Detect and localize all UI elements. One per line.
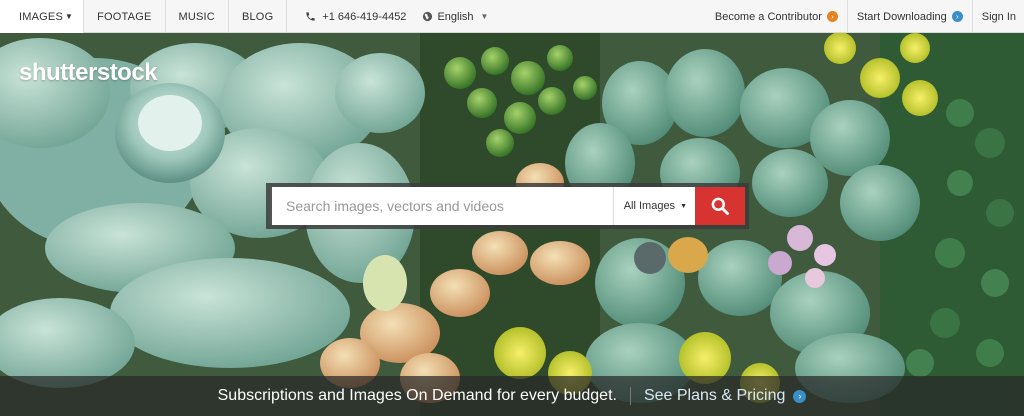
promo-divider (629, 387, 631, 405)
orange-arrow-circle-icon: › (826, 11, 838, 22)
tab-music-label: MUSIC (178, 10, 215, 23)
search-bar: All Images ▼ (266, 183, 749, 229)
start-downloading-link[interactable]: Start Downloading › (846, 0, 972, 33)
phone-number: +1 646-419-4452 (322, 10, 407, 23)
chevron-down-icon: ▼ (680, 202, 687, 210)
phone-contact: +1 646-419-4452 (287, 0, 422, 33)
become-contributor-label: Become a Contributor (714, 10, 822, 23)
chevron-down-icon: ▼ (65, 12, 74, 21)
language-label: English (437, 10, 474, 23)
globe-icon (423, 11, 433, 22)
blue-arrow-circle-icon: › (793, 389, 807, 403)
tab-blog-label: BLOG (241, 10, 274, 23)
tab-footage-label: FOOTAGE (97, 10, 152, 23)
top-navigation: IMAGES ▼ FOOTAGE MUSIC BLOG +1 646-419-4… (0, 0, 1024, 33)
shutterstock-logo[interactable]: shutterstock (19, 59, 158, 87)
language-selector[interactable]: English ▼ (422, 0, 488, 33)
sign-in-link[interactable]: Sign In (971, 0, 1024, 33)
become-contributor-link[interactable]: Become a Contributor › (706, 0, 847, 33)
image-type-label: All Images (623, 200, 676, 212)
hero-banner: shutterstock All Images ▼ Subscriptions … (0, 33, 1024, 416)
tab-footage[interactable]: FOOTAGE (84, 0, 166, 33)
nav-right: Become a Contributor › Start Downloading… (706, 0, 1024, 33)
blue-arrow-circle-icon: › (951, 11, 963, 22)
search-button[interactable] (695, 187, 745, 225)
start-downloading-label: Start Downloading (856, 10, 947, 23)
plans-pricing-label: See Plans & Pricing (643, 387, 786, 404)
tab-blog[interactable]: BLOG (229, 0, 288, 33)
promo-bar: Subscriptions and Images On Demand for e… (0, 376, 1024, 416)
plans-pricing-link[interactable]: See Plans & Pricing › (643, 387, 807, 405)
phone-icon (306, 12, 315, 21)
image-type-dropdown[interactable]: All Images ▼ (612, 187, 695, 225)
chevron-down-icon: ▼ (480, 12, 489, 21)
tab-images-label: IMAGES (19, 10, 63, 23)
search-input[interactable] (270, 187, 613, 225)
search-icon (711, 197, 729, 215)
sign-in-label: Sign In (981, 10, 1016, 23)
tab-images[interactable]: IMAGES ▼ (0, 0, 85, 33)
promo-text: Subscriptions and Images On Demand for e… (217, 387, 617, 404)
tab-music[interactable]: MUSIC (166, 0, 229, 33)
nav-left: IMAGES ▼ FOOTAGE MUSIC BLOG +1 646-419-4… (0, 0, 488, 33)
